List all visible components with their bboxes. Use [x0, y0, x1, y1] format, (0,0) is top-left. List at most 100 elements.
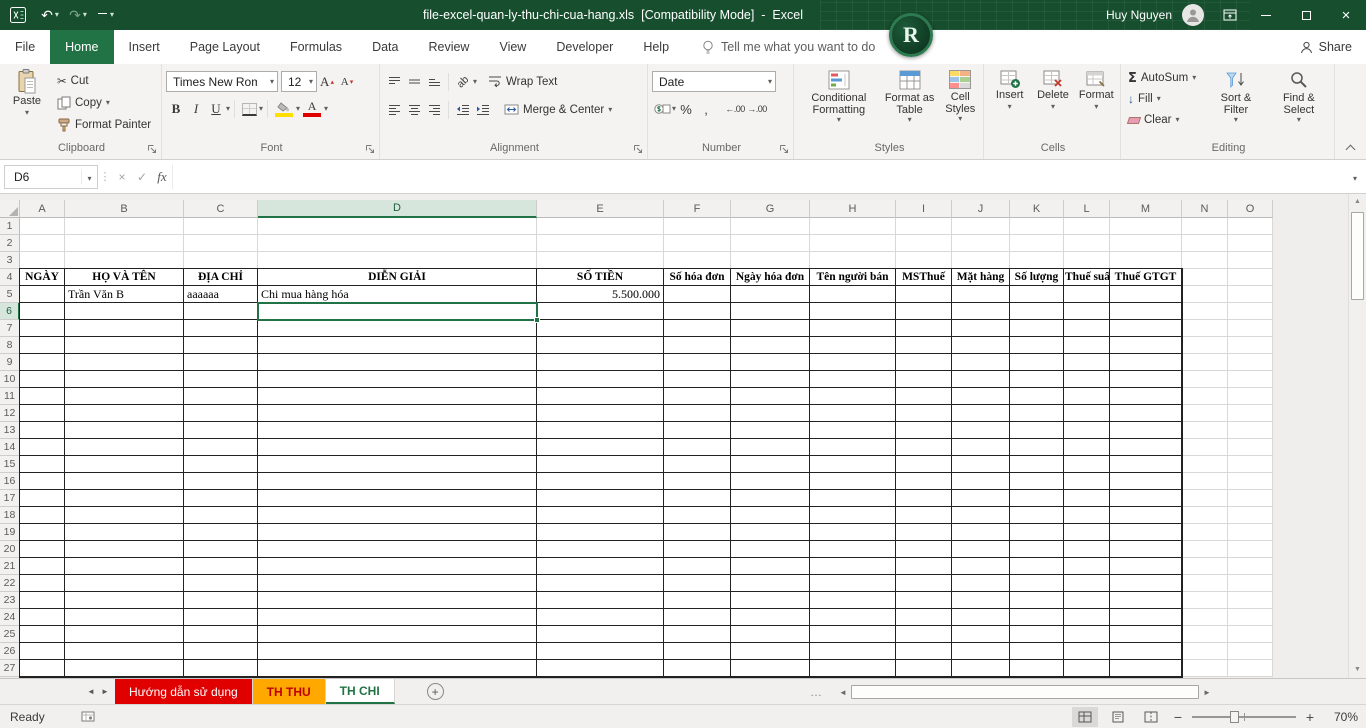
cell-J10[interactable]: [952, 371, 1010, 388]
cell-J1[interactable]: [952, 218, 1010, 235]
select-all-corner[interactable]: [0, 200, 20, 218]
increase-font-size-button[interactable]: A▴: [317, 72, 337, 92]
cell-K27[interactable]: [1010, 660, 1064, 677]
row-header-5[interactable]: 5: [0, 286, 20, 303]
cell-I4[interactable]: MSThuế: [896, 269, 952, 286]
cell-M11[interactable]: [1110, 388, 1182, 405]
cell-O10[interactable]: [1228, 371, 1273, 388]
row-header-21[interactable]: 21: [0, 558, 20, 575]
cell-N26[interactable]: [1182, 643, 1228, 660]
cell-D11[interactable]: [258, 388, 537, 405]
cell-E24[interactable]: [537, 609, 664, 626]
tab-developer[interactable]: Developer: [541, 30, 628, 64]
cell-B7[interactable]: [65, 320, 184, 337]
cell-H5[interactable]: [810, 286, 896, 303]
scroll-down-arrow[interactable]: ▼: [1349, 662, 1366, 678]
cell-B2[interactable]: [65, 235, 184, 252]
cell-I2[interactable]: [896, 235, 952, 252]
cell-D26[interactable]: [258, 643, 537, 660]
cell-L3[interactable]: [1064, 252, 1110, 269]
cell-N4[interactable]: [1182, 269, 1228, 286]
cell-E5[interactable]: 5.500.000: [537, 286, 664, 303]
cell-E19[interactable]: [537, 524, 664, 541]
cell-J26[interactable]: [952, 643, 1010, 660]
cell-H21[interactable]: [810, 558, 896, 575]
cell-O19[interactable]: [1228, 524, 1273, 541]
cell-H26[interactable]: [810, 643, 896, 660]
cell-O6[interactable]: [1228, 303, 1273, 320]
cell-D14[interactable]: [258, 439, 537, 456]
cell-G22[interactable]: [731, 575, 810, 592]
cell-J27[interactable]: [952, 660, 1010, 677]
cell-L20[interactable]: [1064, 541, 1110, 558]
tab-home[interactable]: Home: [50, 30, 113, 64]
page-break-view-button[interactable]: [1138, 707, 1164, 727]
cell-L21[interactable]: [1064, 558, 1110, 575]
cell-I7[interactable]: [896, 320, 952, 337]
cell-G13[interactable]: [731, 422, 810, 439]
cell-C12[interactable]: [184, 405, 258, 422]
cell-L24[interactable]: [1064, 609, 1110, 626]
cell-D24[interactable]: [258, 609, 537, 626]
cell-K11[interactable]: [1010, 388, 1064, 405]
cell-J20[interactable]: [952, 541, 1010, 558]
cell-E13[interactable]: [537, 422, 664, 439]
cell-E14[interactable]: [537, 439, 664, 456]
cell-B1[interactable]: [65, 218, 184, 235]
cell-G6[interactable]: [731, 303, 810, 320]
ribbon-display-options-button[interactable]: [1214, 0, 1246, 30]
cell-F19[interactable]: [664, 524, 731, 541]
cell-I3[interactable]: [896, 252, 952, 269]
cell-H14[interactable]: [810, 439, 896, 456]
cell-B4[interactable]: HỌ VÀ TÊN: [65, 269, 184, 286]
cell-B26[interactable]: [65, 643, 184, 660]
cell-K8[interactable]: [1010, 337, 1064, 354]
cell-B19[interactable]: [65, 524, 184, 541]
cell-L9[interactable]: [1064, 354, 1110, 371]
format-painter-button[interactable]: Format Painter: [54, 114, 154, 135]
cell-J18[interactable]: [952, 507, 1010, 524]
tab-insert[interactable]: Insert: [114, 30, 175, 64]
cell-L12[interactable]: [1064, 405, 1110, 422]
cell-A10[interactable]: [20, 371, 65, 388]
cell-K2[interactable]: [1010, 235, 1064, 252]
cell-N20[interactable]: [1182, 541, 1228, 558]
cell-F1[interactable]: [664, 218, 731, 235]
insert-cells-button[interactable]: Insert: [988, 66, 1031, 111]
decrease-indent-button[interactable]: [453, 100, 473, 120]
cell-K23[interactable]: [1010, 592, 1064, 609]
name-box[interactable]: D6: [4, 165, 98, 189]
row-header-18[interactable]: 18: [0, 507, 20, 524]
cell-O25[interactable]: [1228, 626, 1273, 643]
tell-me-box[interactable]: Tell me what you want to do: [702, 30, 875, 64]
cell-O22[interactable]: [1228, 575, 1273, 592]
row-header-16[interactable]: 16: [0, 473, 20, 490]
percent-style-button[interactable]: %: [676, 99, 696, 119]
cell-B17[interactable]: [65, 490, 184, 507]
cell-M20[interactable]: [1110, 541, 1182, 558]
scroll-right-arrow[interactable]: ►: [1199, 688, 1215, 697]
borders-dropdown[interactable]: [259, 105, 263, 113]
cell-D3[interactable]: [258, 252, 537, 269]
cell-L14[interactable]: [1064, 439, 1110, 456]
cell-I15[interactable]: [896, 456, 952, 473]
cell-B14[interactable]: [65, 439, 184, 456]
tab-view[interactable]: View: [484, 30, 541, 64]
tab-help[interactable]: Help: [628, 30, 684, 64]
cell-E27[interactable]: [537, 660, 664, 677]
cell-L13[interactable]: [1064, 422, 1110, 439]
cell-G15[interactable]: [731, 456, 810, 473]
cell-L25[interactable]: [1064, 626, 1110, 643]
cell-H23[interactable]: [810, 592, 896, 609]
cell-I23[interactable]: [896, 592, 952, 609]
cell-G1[interactable]: [731, 218, 810, 235]
cell-C25[interactable]: [184, 626, 258, 643]
copy-button[interactable]: Copy: [54, 92, 154, 113]
macro-record-button[interactable]: [81, 711, 95, 722]
column-header-F[interactable]: F: [664, 200, 731, 218]
cell-D4[interactable]: DIỄN GIẢI: [258, 269, 537, 286]
tab-file[interactable]: File: [0, 30, 50, 64]
cell-L16[interactable]: [1064, 473, 1110, 490]
undo-button[interactable]: ↶: [36, 0, 64, 30]
cell-D25[interactable]: [258, 626, 537, 643]
